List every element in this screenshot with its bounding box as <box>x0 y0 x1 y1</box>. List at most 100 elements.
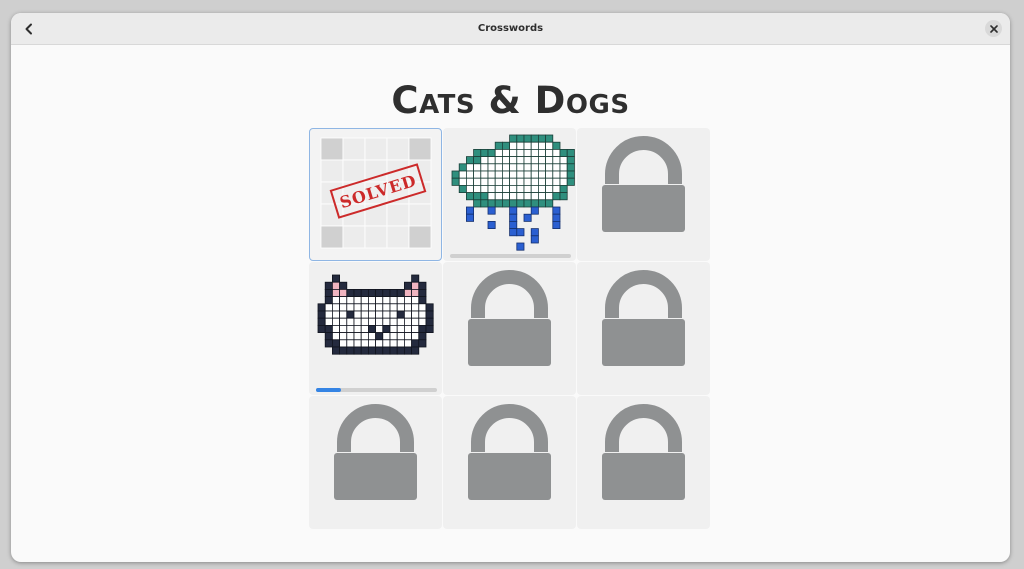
pixel-cell <box>465 170 474 179</box>
pixel-cell <box>411 325 420 334</box>
progress-bar <box>316 388 437 392</box>
pixel-cell <box>552 156 561 165</box>
pixel-cell <box>368 339 377 348</box>
pixel-cell <box>425 303 434 312</box>
pixel-cell <box>389 296 398 305</box>
pixel-cell <box>516 170 525 179</box>
pixel-cell <box>353 339 362 348</box>
pixel-cell <box>552 221 561 230</box>
pixel-cell <box>396 310 405 319</box>
pixel-cell <box>324 332 333 341</box>
pixel-cell <box>396 325 405 334</box>
pixel-cell <box>346 339 355 348</box>
pixel-cell <box>346 346 355 355</box>
pixel-cell <box>368 346 377 355</box>
pixel-cell <box>404 332 413 341</box>
pixel-cell <box>389 303 398 312</box>
pixel-cell <box>480 185 489 194</box>
pixel-cell <box>408 137 432 161</box>
cat-face-icon <box>317 274 434 355</box>
pixel-cell <box>386 203 410 227</box>
pixel-cell <box>530 141 539 150</box>
puzzle-tile-locked[interactable] <box>577 396 710 529</box>
pixel-cell <box>408 225 432 249</box>
pixel-cell <box>509 177 518 186</box>
pixel-cell <box>375 339 384 348</box>
pixel-cell <box>502 177 511 186</box>
pixel-cell <box>516 148 525 157</box>
pixel-cell <box>389 317 398 326</box>
pixel-cell <box>331 296 340 305</box>
pixel-cell <box>530 199 539 208</box>
pixel-cell <box>538 163 547 172</box>
pixel-cell <box>530 228 539 237</box>
pixel-cell <box>458 170 467 179</box>
pixel-cell <box>396 296 405 305</box>
pixel-cell <box>353 317 362 326</box>
window-title: Crosswords <box>477 23 544 34</box>
pixel-cell <box>509 213 518 222</box>
pixel-cell <box>324 296 333 305</box>
pixel-cell <box>516 163 525 172</box>
puzzle-set-title: Cats & Dogs <box>391 79 630 122</box>
pixel-cell <box>523 163 532 172</box>
pixel-cell <box>404 288 413 297</box>
pixel-cell <box>559 177 568 186</box>
pixel-cell <box>559 170 568 179</box>
pixel-cell <box>516 185 525 194</box>
pixel-cell <box>331 339 340 348</box>
close-button[interactable] <box>985 20 1002 37</box>
puzzle-tile-locked[interactable] <box>443 396 576 529</box>
pixel-cell <box>487 148 496 157</box>
puzzle-tile-cloud[interactable] <box>443 128 576 261</box>
pixel-cell <box>538 141 547 150</box>
pixel-cell <box>559 148 568 157</box>
pixel-cell <box>346 317 355 326</box>
pixel-cell <box>324 310 333 319</box>
puzzle-tile-solved[interactable]: SOLVED <box>309 128 442 261</box>
pixel-cell <box>375 296 384 305</box>
pixel-cell <box>473 192 482 201</box>
puzzle-tile-cat[interactable] <box>309 262 442 395</box>
pixel-cell <box>473 148 482 157</box>
pixel-cell <box>339 346 348 355</box>
pixel-cell <box>473 163 482 172</box>
pixel-cell <box>396 317 405 326</box>
puzzle-tile-locked[interactable] <box>577 262 710 395</box>
pixel-cell <box>538 199 547 208</box>
pixel-cell <box>523 185 532 194</box>
pixel-cell <box>523 156 532 165</box>
pixel-cell <box>368 296 377 305</box>
pixel-cell <box>418 339 427 348</box>
puzzle-tile-locked[interactable] <box>443 262 576 395</box>
pixel-cell <box>566 177 575 186</box>
progress-bar <box>450 254 571 258</box>
pixel-cell <box>473 177 482 186</box>
pixel-cell <box>487 199 496 208</box>
pixel-cell <box>382 296 391 305</box>
pixel-cell <box>502 170 511 179</box>
pixel-cell <box>538 148 547 157</box>
pixel-cell <box>566 170 575 179</box>
pixel-cell <box>538 170 547 179</box>
pixel-cell <box>538 185 547 194</box>
pixel-cell <box>411 339 420 348</box>
pixel-cell <box>487 163 496 172</box>
pixel-cell <box>382 332 391 341</box>
pixel-cell <box>386 225 410 249</box>
pixel-cell <box>342 137 366 161</box>
pixel-cell <box>494 177 503 186</box>
pixel-cell <box>465 177 474 186</box>
rain-cloud-icon <box>451 134 575 251</box>
pixel-cell <box>364 137 388 161</box>
pixel-cell <box>404 310 413 319</box>
puzzle-tile-locked[interactable] <box>309 396 442 529</box>
pixel-cell <box>418 288 427 297</box>
pixel-cell <box>389 310 398 319</box>
pixel-cell <box>509 192 518 201</box>
pixel-cell <box>396 339 405 348</box>
puzzle-tile-locked[interactable] <box>577 128 710 261</box>
pixel-cell <box>480 170 489 179</box>
pixel-cell <box>339 339 348 348</box>
pixel-cell <box>411 274 420 283</box>
